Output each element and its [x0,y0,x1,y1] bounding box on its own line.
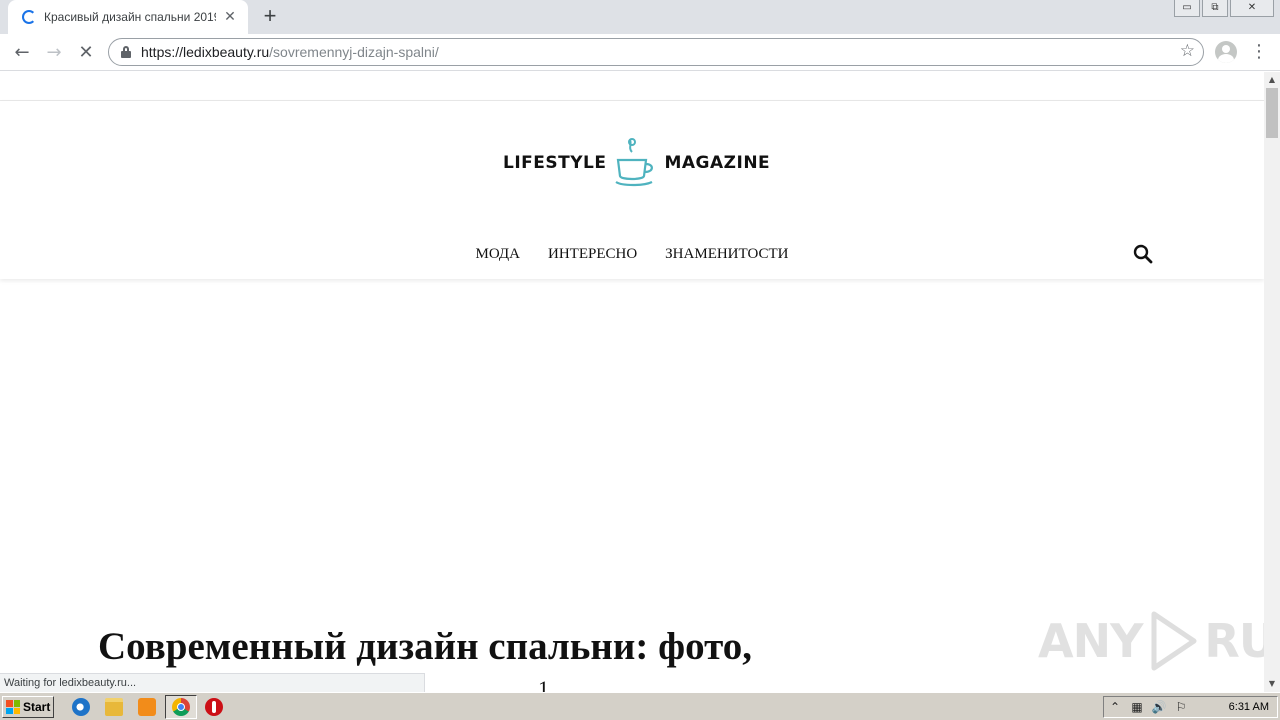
article-title: Современный дизайн спальни: фото, [98,625,752,668]
address-bar[interactable]: https://ledixbeauty.ru/sovremennyj-dizaj… [108,38,1204,66]
profile-avatar-icon[interactable] [1215,41,1237,63]
scroll-up-icon[interactable]: ▲ [1264,72,1280,88]
file-explorer-icon[interactable] [105,698,123,716]
loading-spinner-icon [22,10,36,24]
close-window-button[interactable]: ✕ [1230,0,1274,17]
scroll-down-icon[interactable]: ▼ [1264,676,1280,692]
anyrun-watermark: ANY RUN [1038,610,1264,672]
action-center-flag-icon[interactable]: ⚐ [1170,700,1192,714]
system-tray: ⌃ ▦ 🔊 ⚐ 6:31 AM [1103,696,1278,718]
site-header: LIFESTYLE MAGAZINE МОДА ИНТЕРЕСНО ЗНАМЕН… [0,101,1264,279]
url-host: https://ledixbeauty.ru [141,44,270,60]
url-text[interactable]: https://ledixbeauty.ru/sovremennyj-dizaj… [141,44,439,60]
logo-text-right: MAGAZINE [664,153,771,173]
network-icon[interactable]: ▦ [1126,700,1148,714]
watermark-text-right: RUN [1204,614,1264,668]
stop-loading-button[interactable]: ✕ [73,40,99,66]
watermark-text-left: ANY [1038,614,1143,668]
tab-strip: Красивый дизайн спальни 2019-20 ✕ + ▭ ⧉ … [0,0,1280,34]
clock[interactable]: 6:31 AM [1229,701,1269,713]
window-controls: ▭ ⧉ ✕ [1174,0,1274,17]
new-tab-button[interactable]: + [258,5,282,29]
nav-item-fashion[interactable]: МОДА [476,246,521,268]
minimize-button[interactable]: ▭ [1174,0,1200,17]
status-bubble: Waiting for ledixbeauty.ru... [0,673,425,693]
opera-icon[interactable] [205,698,223,716]
browser-toolbar: ← → ✕ https://ledixbeauty.ru/sovremennyj… [0,34,1280,71]
scroll-thumb[interactable] [1266,88,1278,138]
internet-explorer-icon[interactable] [72,698,90,716]
tab-title: Красивый дизайн спальни 2019-20 [44,10,216,24]
windows-taskbar: Start ⌃ ▦ 🔊 ⚐ 6:31 AM [0,692,1280,720]
article-title-continued: 1 [538,676,549,692]
site-logo[interactable]: LIFESTYLE MAGAZINE [503,138,770,188]
main-navigation: МОДА ИНТЕРЕСНО ЗНАМЕНИТОСТИ [0,246,1264,268]
page-viewport: LIFESTYLE MAGAZINE МОДА ИНТЕРЕСНО ЗНАМЕН… [0,72,1264,692]
restore-button[interactable]: ⧉ [1202,0,1228,17]
tab-close-icon[interactable]: ✕ [222,9,238,25]
top-bar [0,72,1264,101]
bookmark-star-icon[interactable]: ☆ [1180,41,1195,61]
search-icon[interactable] [1132,243,1154,265]
chrome-icon [172,698,190,716]
media-player-icon[interactable] [138,698,156,716]
lock-icon[interactable] [121,46,131,58]
volume-icon[interactable]: 🔊 [1148,700,1170,714]
coffee-cup-icon [615,138,654,187]
play-logo-icon [1151,611,1197,671]
url-path: /sovremennyj-dizajn-spalni/ [269,44,439,60]
logo-text-left: LIFESTYLE [503,153,607,173]
back-button[interactable]: ← [9,40,35,66]
browser-tab[interactable]: Красивый дизайн спальни 2019-20 ✕ [8,0,248,34]
start-label: Start [23,700,51,714]
page-scrollbar[interactable]: ▲ ▼ [1264,72,1280,692]
browser-menu-icon[interactable]: ⋮ [1250,40,1268,64]
taskbar-chrome-button[interactable] [165,695,197,719]
forward-button[interactable]: → [41,40,67,66]
start-button[interactable]: Start [2,696,54,718]
nav-item-interesting[interactable]: ИНТЕРЕСНО [548,246,637,268]
show-hidden-icons-icon[interactable]: ⌃ [1104,700,1126,714]
windows-logo-icon [6,700,20,714]
nav-item-celebrities[interactable]: ЗНАМЕНИТОСТИ [665,246,788,268]
